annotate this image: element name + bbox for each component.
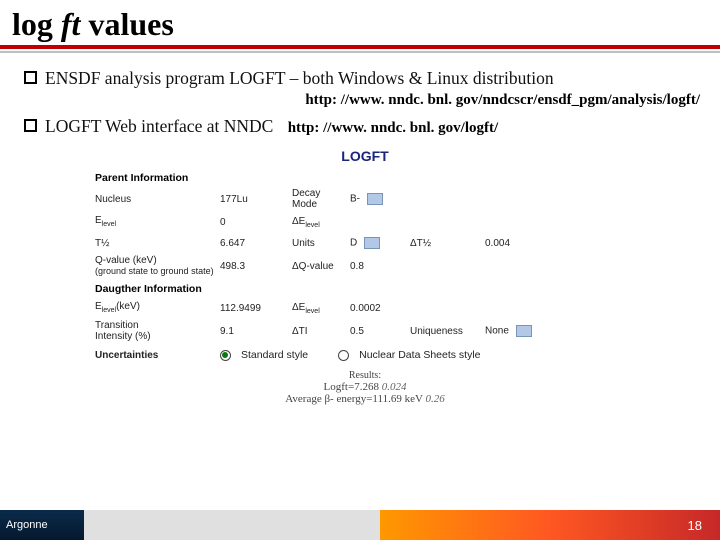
decay-mode-text: B- [350, 194, 360, 205]
beta-label: Average β- energy= [285, 393, 372, 405]
row-uncertainties: Uncertainties Standard style Nuclear Dat… [95, 346, 635, 364]
bullet-2-text: LOGFT Web interface at NNDC http: //www.… [45, 115, 498, 139]
form-app-title: LOGFT [95, 148, 635, 164]
title-pre: log [12, 6, 61, 42]
results-block: Results: Logft=7.268 0.024 Average β- en… [95, 370, 635, 405]
radio-group: Standard style Nuclear Data Sheets style [220, 349, 481, 361]
value-elevel-p: 0 [220, 217, 292, 228]
uniqueness-text: None [485, 326, 509, 337]
radio-standard-label: Standard style [241, 349, 308, 361]
label-ti: TransitionIntensity (%) [95, 320, 220, 342]
label-qvalue: Q-value (keV)(ground state to ground sta… [95, 255, 220, 277]
logft-unc: 0.024 [382, 381, 407, 393]
value-delta-thalf: 0.004 [485, 238, 540, 249]
title-post: values [80, 6, 173, 42]
url-1: http: //www. nndc. bnl. gov/nndcscr/ensd… [24, 92, 706, 109]
units-text: D [350, 238, 357, 249]
label-delta-elevel-p: ΔElevel [292, 216, 350, 229]
bullet-1-text: ENSDF analysis program LOGFT – both Wind… [45, 67, 554, 90]
value-units[interactable]: D [350, 237, 410, 249]
bullet-2-label: LOGFT Web interface at NNDC [45, 116, 273, 136]
beta-unc: 0.26 [425, 393, 444, 405]
label-delta-ti: ΔTI [292, 326, 350, 337]
label-thalf: T½ [95, 238, 220, 249]
results-logft: Logft=7.268 0.024 [95, 381, 635, 393]
value-thalf: 6.647 [220, 238, 292, 249]
logft-form: LOGFT Parent Information Nucleus 177Lu D… [95, 148, 635, 405]
bullet-box-icon [24, 119, 37, 132]
footer-page: 18 [380, 510, 720, 540]
label-elevel-d: Elevel(keV) [95, 301, 220, 315]
bullet-box-icon [24, 71, 37, 84]
row-qvalue: Q-value (keV)(ground state to ground sta… [95, 255, 635, 277]
value-delta-elevel-d: 0.0002 [350, 303, 410, 314]
section-parent: Parent Information [95, 172, 635, 184]
value-ti: 9.1 [220, 326, 292, 337]
value-uniqueness[interactable]: None [485, 325, 540, 337]
label-elevel-p: Elevel [95, 215, 220, 229]
results-head: Results: [95, 370, 635, 381]
footer-mid [84, 510, 380, 540]
label-uniqueness: Uniqueness [410, 326, 485, 337]
value-decay-mode[interactable]: B- [350, 193, 410, 205]
footer-logo: Argonne [0, 510, 84, 540]
label-nucleus: Nucleus [95, 194, 220, 205]
row-elevel-parent: Elevel 0 ΔElevel [95, 213, 635, 231]
radio-standard[interactable] [220, 350, 231, 361]
footer: Argonne 18 [0, 510, 720, 540]
label-delta-elevel-d: ΔElevel [292, 302, 350, 315]
radio-nds-label: Nuclear Data Sheets style [359, 349, 480, 361]
logft-label: Logft= [324, 381, 355, 393]
section-daughter: Daugther Information [95, 283, 635, 295]
dropdown-icon[interactable] [364, 237, 380, 249]
value-qvalue: 498.3 [220, 261, 292, 272]
title-italic: ft [61, 6, 81, 42]
row-nucleus: Nucleus 177Lu DecayMode B- [95, 188, 635, 210]
content-area: ENSDF analysis program LOGFT – both Wind… [0, 53, 720, 405]
value-nucleus: 177Lu [220, 194, 292, 205]
label-uncertainties: Uncertainties [95, 350, 220, 361]
slide-title: log ft values [0, 0, 720, 49]
value-delta-qvalue: 0.8 [350, 261, 410, 272]
label-delta-thalf: ΔT½ [410, 238, 485, 249]
dropdown-icon[interactable] [516, 325, 532, 337]
row-thalf: T½ 6.647 Units D ΔT½ 0.004 [95, 234, 635, 252]
beta-value: 111.69 keV [372, 393, 422, 405]
results-beta: Average β- energy=111.69 keV 0.26 [95, 393, 635, 405]
bullet-1: ENSDF analysis program LOGFT – both Wind… [24, 67, 706, 90]
label-decay-mode: DecayMode [292, 188, 350, 210]
bullet-2: LOGFT Web interface at NNDC http: //www.… [24, 115, 706, 139]
label-delta-qvalue: ΔQ-value [292, 261, 350, 272]
dropdown-icon[interactable] [367, 193, 383, 205]
value-delta-ti: 0.5 [350, 326, 410, 337]
url-2: http: //www. nndc. bnl. gov/logft/ [288, 120, 498, 136]
logft-value: 7.268 [354, 381, 379, 393]
value-elevel-d: 112.9499 [220, 303, 292, 314]
radio-nds[interactable] [338, 350, 349, 361]
label-units: Units [292, 238, 350, 249]
row-ti: TransitionIntensity (%) 9.1 ΔTI 0.5 Uniq… [95, 320, 635, 342]
row-elevel-daughter: Elevel(keV) 112.9499 ΔElevel 0.0002 [95, 299, 635, 317]
